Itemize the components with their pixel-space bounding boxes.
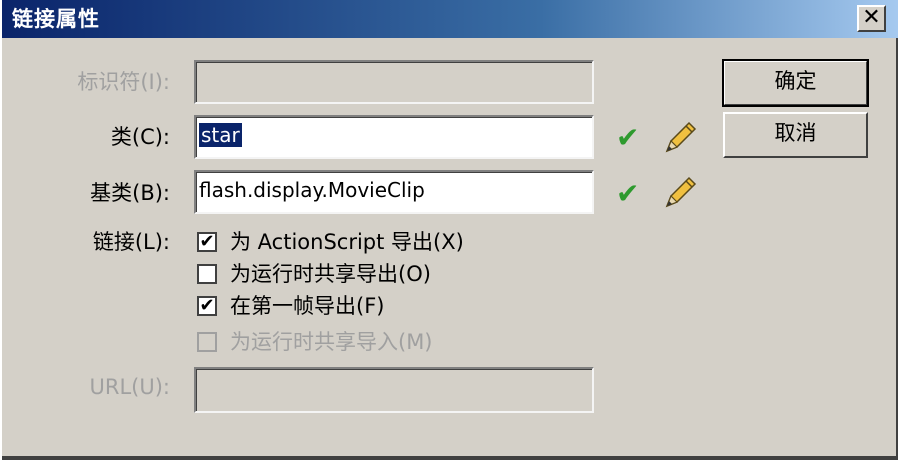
class-label: 类(C): (110, 125, 170, 149)
validate-base-class-icon[interactable]: ✔ (616, 180, 639, 208)
title-bar[interactable]: 链接属性 ✕ (2, 0, 898, 38)
base-class-label: 基类(B): (90, 181, 170, 205)
linkage-properties-dialog: 链接属性 ✕ 标识符(I): 类(C): star ✔ 基类(B): flash… (0, 0, 898, 460)
export-for-actionscript-label[interactable]: 为 ActionScript 导出(X) (230, 228, 464, 256)
close-icon: ✕ (862, 5, 881, 30)
validate-class-icon[interactable]: ✔ (616, 124, 639, 152)
base-class-field[interactable]: flash.display.MovieClip (194, 170, 594, 214)
cancel-button[interactable]: 取消 (723, 112, 868, 158)
import-for-runtime-sharing-checkbox (197, 332, 217, 352)
close-button[interactable]: ✕ (857, 5, 886, 32)
identifier-field (194, 60, 594, 104)
class-field[interactable]: star (194, 115, 594, 159)
url-field (194, 367, 594, 413)
export-for-actionscript-checkbox[interactable]: ✔ (197, 232, 217, 252)
dialog-title: 链接属性 (12, 7, 100, 31)
window-bottom-edge (2, 456, 898, 460)
edit-class-pencil-icon[interactable] (659, 117, 699, 157)
export-in-first-frame-label[interactable]: 在第一帧导出(F) (230, 292, 384, 320)
url-label: URL(U): (89, 375, 171, 399)
export-in-first-frame-checkbox[interactable]: ✔ (197, 296, 217, 316)
edit-base-class-pencil-icon[interactable] (659, 172, 699, 212)
export-for-runtime-sharing-label[interactable]: 为运行时共享导出(O) (230, 260, 431, 288)
linkage-label: 链接(L): (92, 230, 170, 254)
class-value: star (199, 123, 242, 147)
identifier-label: 标识符(I): (77, 70, 170, 94)
import-for-runtime-sharing-label: 为运行时共享导入(M) (230, 330, 433, 354)
ok-button[interactable]: 确定 (722, 59, 869, 107)
export-for-runtime-sharing-checkbox[interactable] (197, 264, 217, 284)
